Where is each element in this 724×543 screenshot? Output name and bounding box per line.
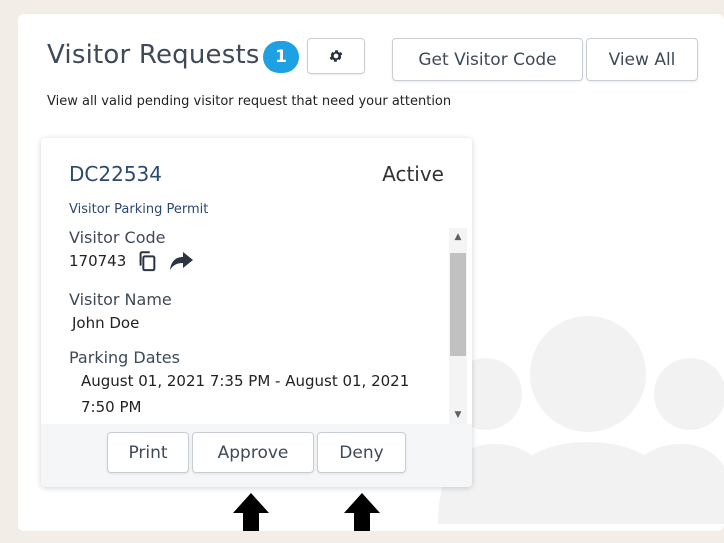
print-button[interactable]: Print <box>107 432 189 473</box>
copy-icon[interactable] <box>136 249 158 273</box>
parking-dates-value: August 01, 2021 7:35 PM - August 01, 202… <box>81 372 410 416</box>
scroll-up-arrow-icon[interactable]: ▲ <box>449 230 467 244</box>
visitor-requests-panel: Visitor Requests 1 Get Visitor Code View… <box>18 14 724 531</box>
visitor-code-row: 170743 <box>69 248 439 274</box>
visitor-name-value: John Doe <box>72 314 140 332</box>
request-id: DC22534 <box>69 162 162 186</box>
details-scrollbar[interactable]: ▲ ▼ <box>449 228 467 424</box>
view-all-button[interactable]: View All <box>586 38 698 81</box>
page-subtitle: View all valid pending visitor request t… <box>47 94 452 109</box>
people-group-icon <box>438 316 724 524</box>
page-title: Visitor Requests <box>47 40 260 70</box>
visitor-code-value: 170743 <box>69 252 127 270</box>
parking-dates-label: Parking Dates <box>69 348 180 367</box>
scrollbar-thumb[interactable] <box>450 253 466 356</box>
visitor-request-card: DC22534 Active Visitor Parking Permit Vi… <box>41 138 472 487</box>
request-type: Visitor Parking Permit <box>69 202 209 217</box>
approve-button[interactable]: Approve <box>192 432 314 473</box>
up-arrow-icon <box>233 493 269 531</box>
visitor-name-label: Visitor Name <box>69 290 172 309</box>
request-status: Active <box>382 162 444 186</box>
request-count-badge: 1 <box>263 41 299 73</box>
visitor-code-label: Visitor Code <box>69 228 166 247</box>
card-actions: Print Approve Deny <box>41 424 472 487</box>
scroll-down-arrow-icon[interactable]: ▼ <box>449 408 467 422</box>
request-details-scroll-area[interactable]: Visitor Code 170743 Visitor Name John Do… <box>69 228 439 424</box>
up-arrow-icon <box>344 493 380 531</box>
deny-button[interactable]: Deny <box>317 432 406 473</box>
get-visitor-code-button[interactable]: Get Visitor Code <box>392 38 583 81</box>
settings-button[interactable] <box>307 38 365 74</box>
share-icon[interactable] <box>168 249 194 273</box>
gear-icon <box>329 50 343 62</box>
